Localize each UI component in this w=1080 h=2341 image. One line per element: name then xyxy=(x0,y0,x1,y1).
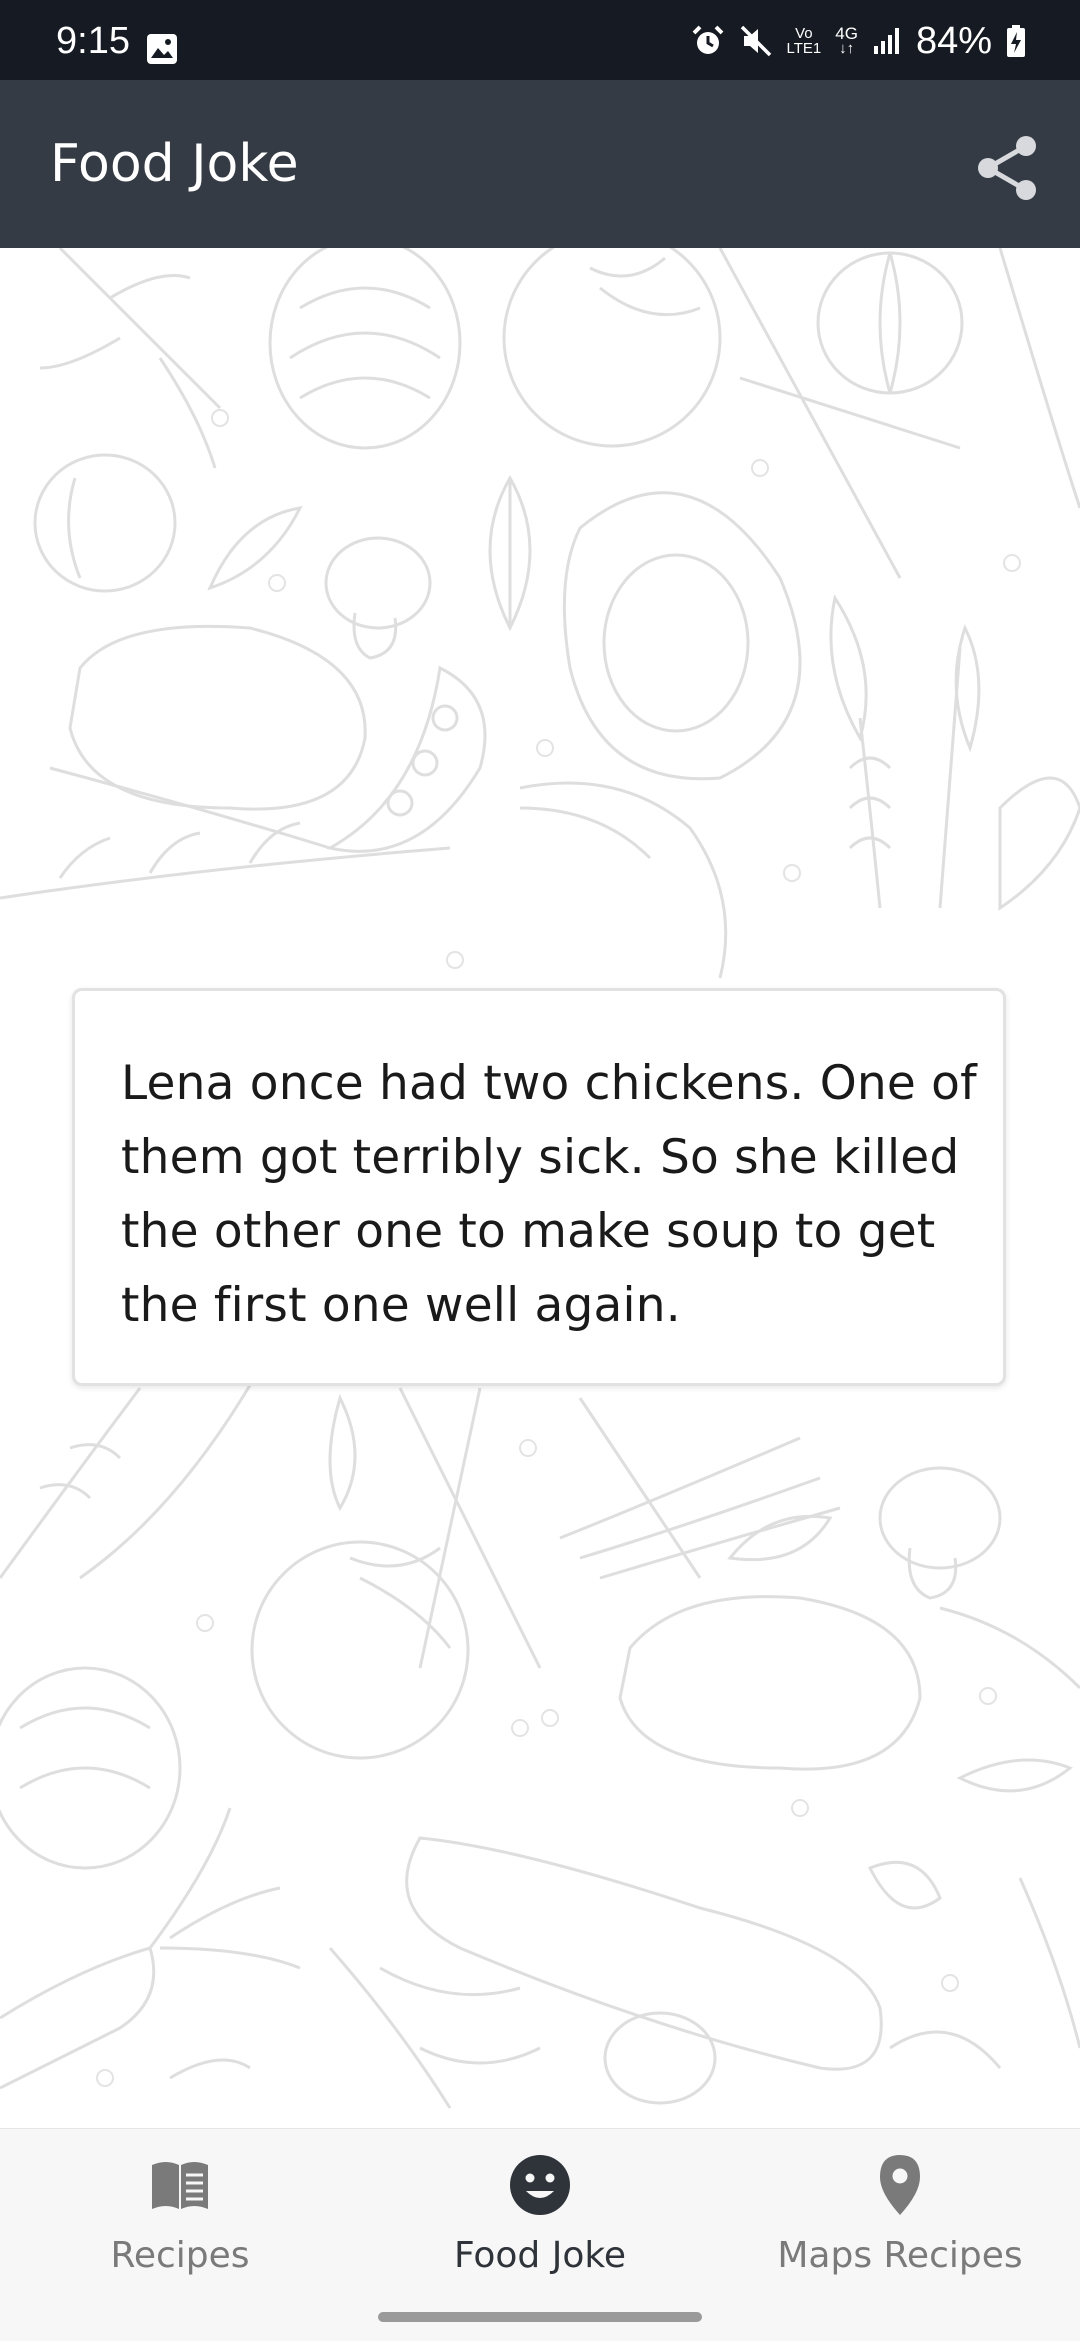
status-time: 9:15 xyxy=(56,20,130,62)
bottom-navigation: Recipes Food Joke Maps Recipes xyxy=(0,2128,1080,2341)
nav-item-maps-recipes[interactable]: Maps Recipes xyxy=(720,2129,1080,2299)
home-indicator[interactable] xyxy=(378,2312,702,2322)
network-label: Vo LTE1 xyxy=(787,26,822,56)
location-pin-icon xyxy=(880,2155,920,2215)
network-lte: LTE1 xyxy=(786,40,822,57)
joke-card: Lena once had two chickens. One of them … xyxy=(72,988,1006,1386)
gallery-icon xyxy=(147,34,177,64)
battery-charging-icon xyxy=(1007,25,1025,57)
page-title: Food Joke xyxy=(50,134,299,194)
joke-screen: Lena once had two chickens. One of them … xyxy=(0,248,1080,2128)
signal-icon xyxy=(873,28,899,54)
nav-item-food-joke[interactable]: Food Joke xyxy=(360,2129,720,2299)
book-icon xyxy=(152,2162,208,2209)
status-icons: Vo LTE1 4G ↓↑ 84% xyxy=(691,18,1027,64)
alarm-icon xyxy=(692,25,723,54)
nav-label-maps-recipes: Maps Recipes xyxy=(777,2235,1023,2276)
nav-label-food-joke: Food Joke xyxy=(453,2235,627,2276)
network-type-label: 4G xyxy=(835,24,858,43)
battery-percent: 84% xyxy=(915,19,992,62)
mute-icon xyxy=(740,25,771,57)
data-arrows-icon: ↓↑ xyxy=(839,40,855,57)
status-bar: 9:15 Vo LTE1 4G ↓↑ 84% xyxy=(0,0,1080,80)
network-type: 4G ↓↑ xyxy=(835,24,858,57)
network-vo: Vo xyxy=(795,25,813,42)
app-bar: Food Joke xyxy=(0,80,1080,248)
smiley-icon xyxy=(510,2155,570,2215)
joke-text: Lena once had two chickens. One of them … xyxy=(121,1056,977,1333)
nav-item-recipes[interactable]: Recipes xyxy=(0,2129,360,2299)
share-icon[interactable] xyxy=(974,132,1042,204)
nav-label-recipes: Recipes xyxy=(110,2235,250,2276)
